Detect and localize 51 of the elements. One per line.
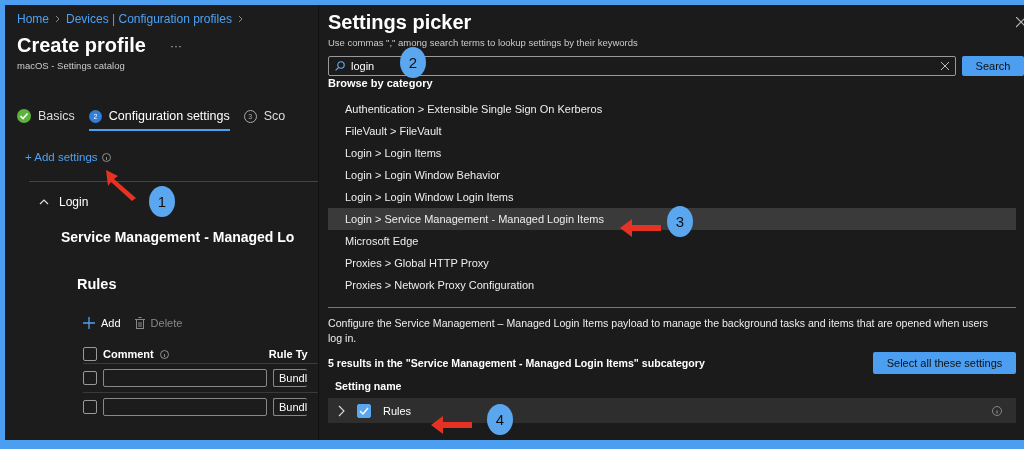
breadcrumb-link[interactable]: Devices | Configuration profiles: [66, 12, 232, 26]
close-icon[interactable]: [1016, 17, 1024, 28]
category-item[interactable]: Proxies > Global HTTP Proxy: [328, 252, 1016, 274]
panel-title: Settings picker: [328, 11, 472, 34]
trash-icon: [134, 317, 145, 329]
rule-type-dropdown[interactable]: Bundl: [273, 369, 308, 387]
column-header: Setting name: [335, 380, 403, 392]
checkbox[interactable]: [83, 347, 97, 361]
add-button[interactable]: Add: [101, 317, 121, 329]
chevron-up-icon: [39, 198, 49, 205]
info-icon: [159, 349, 169, 359]
group-header[interactable]: Login: [39, 194, 89, 209]
setting-heading: Service Management - Managed Lo: [61, 229, 296, 245]
search-icon: [335, 61, 345, 71]
info-icon: [101, 152, 111, 162]
chevron-right-icon: [55, 15, 60, 23]
setting-name: Rules: [383, 404, 413, 417]
checkbox[interactable]: [83, 371, 97, 385]
breadcrumb-link[interactable]: Home: [17, 12, 49, 26]
category-description: Configure the Service Management – Managed Login Items payload to manage the background tasks and items that are opened when users log in.: [328, 316, 990, 346]
comment-field[interactable]: [103, 398, 267, 416]
select-all-button[interactable]: Select all these settings: [873, 352, 1016, 374]
column-header: Rule Ty: [268, 348, 308, 360]
clear-icon[interactable]: [941, 62, 949, 70]
wizard-tab[interactable]: Basics: [17, 109, 75, 131]
category-item[interactable]: Authentication > Extensible Single Sign On Kerberos: [328, 98, 1016, 120]
category-item[interactable]: Proxies > Network Proxy Configuration: [328, 274, 1016, 296]
category-item[interactable]: Login > Login Items: [328, 142, 1016, 164]
plus-icon: [83, 317, 95, 329]
check-icon: [359, 406, 369, 415]
column-header: Comment: [103, 348, 154, 360]
rule-type-dropdown[interactable]: Bundl: [273, 398, 308, 416]
more-menu[interactable]: ···: [169, 38, 182, 53]
check-circle-icon: [17, 109, 31, 123]
category-item[interactable]: Login > Login Window Login Items: [328, 186, 1016, 208]
section-title: Rules: [77, 276, 118, 292]
category-item[interactable]: FileVault > FileVault: [328, 120, 1016, 142]
comment-field[interactable]: [103, 369, 267, 387]
checkbox[interactable]: [83, 400, 97, 414]
search-hint: Use commas "," among search terms to lookup settings by their keywords: [328, 37, 639, 48]
section-label: Browse by category: [328, 77, 434, 89]
checkbox[interactable]: [357, 403, 371, 418]
info-icon: [992, 405, 1002, 416]
page-title: Create profile: [17, 34, 146, 57]
chevron-right-icon: [237, 15, 243, 23]
results-count: 5 results in the "Service Management - Managed Login Items" subcategory: [328, 357, 705, 369]
category-item[interactable]: Login > Login Window Behavior: [328, 164, 1016, 186]
search-button[interactable]: Search: [962, 56, 1024, 76]
chevron-right-icon[interactable]: [338, 404, 345, 417]
page-subtitle: macOS - Settings catalog: [17, 60, 126, 71]
add-settings-link[interactable]: + Add settings: [25, 151, 98, 163]
